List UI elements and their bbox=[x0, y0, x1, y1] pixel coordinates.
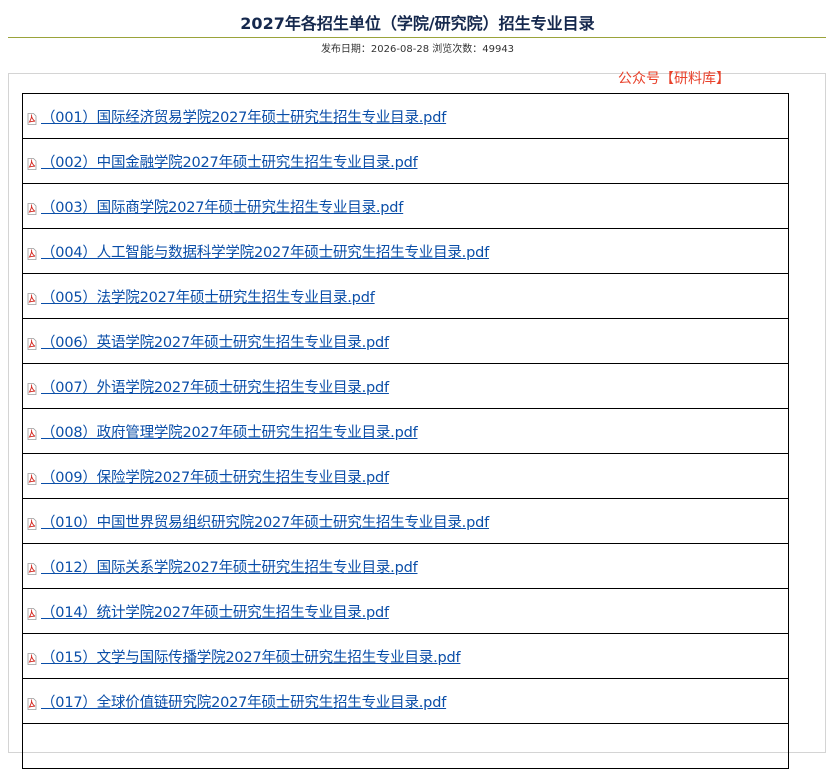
table-row: （010）中国世界贸易组织研究院2027年硕士研究生招生专业目录.pdf bbox=[22, 498, 789, 544]
file-cell: （006）英语学院2027年硕士研究生招生专业目录.pdf bbox=[22, 318, 789, 364]
table-row: （004）人工智能与数据科学学院2027年硕士研究生招生专业目录.pdf bbox=[22, 228, 789, 274]
file-link[interactable]: （010）中国世界贸易组织研究院2027年硕士研究生招生专业目录.pdf bbox=[41, 515, 489, 531]
file-cell: （009）保险学院2027年硕士研究生招生专业目录.pdf bbox=[22, 453, 789, 499]
pdf-icon bbox=[27, 380, 37, 395]
table-row: （014）统计学院2027年硕士研究生招生专业目录.pdf bbox=[22, 588, 789, 634]
pdf-icon bbox=[27, 290, 37, 305]
watermark-text: 公众号【研料库】 bbox=[618, 71, 730, 87]
file-link[interactable]: （009）保险学院2027年硕士研究生招生专业目录.pdf bbox=[41, 470, 389, 486]
table-row: （015）文学与国际传播学院2027年硕士研究生招生专业目录.pdf bbox=[22, 633, 789, 679]
pdf-icon bbox=[27, 425, 37, 440]
publish-meta: 发布日期：2026-08-28 浏览次数：49943 bbox=[320, 44, 515, 55]
pdf-icon bbox=[27, 560, 37, 575]
file-cell: （017）全球价值链研究院2027年硕士研究生招生专业目录.pdf bbox=[22, 678, 789, 724]
pdf-icon bbox=[27, 470, 37, 485]
pdf-icon bbox=[27, 200, 37, 215]
file-link[interactable]: （015）文学与国际传播学院2027年硕士研究生招生专业目录.pdf bbox=[41, 650, 461, 666]
table-row bbox=[22, 723, 789, 769]
file-link[interactable]: （007）外语学院2027年硕士研究生招生专业目录.pdf bbox=[41, 380, 389, 396]
file-cell: （008）政府管理学院2027年硕士研究生招生专业目录.pdf bbox=[22, 408, 789, 454]
pdf-icon bbox=[27, 695, 37, 710]
table-row: （007）外语学院2027年硕士研究生招生专业目录.pdf bbox=[22, 363, 789, 409]
file-cell: （002）中国金融学院2027年硕士研究生招生专业目录.pdf bbox=[22, 138, 789, 184]
file-cell: （003）国际商学院2027年硕士研究生招生专业目录.pdf bbox=[22, 183, 789, 229]
file-link[interactable]: （006）英语学院2027年硕士研究生招生专业目录.pdf bbox=[41, 335, 389, 351]
page-title: 2027年各招生单位（学院/研究院）招生专业目录 bbox=[240, 14, 595, 33]
pdf-icon bbox=[27, 110, 37, 125]
file-link[interactable]: （012）国际关系学院2027年硕士研究生招生专业目录.pdf bbox=[41, 560, 418, 576]
pdf-icon bbox=[27, 335, 37, 350]
table-row: （008）政府管理学院2027年硕士研究生招生专业目录.pdf bbox=[22, 408, 789, 454]
table-row: （001）国际经济贸易学院2027年硕士研究生招生专业目录.pdf bbox=[22, 93, 789, 139]
pdf-icon bbox=[27, 245, 37, 260]
file-link[interactable]: （005）法学院2027年硕士研究生招生专业目录.pdf bbox=[41, 290, 375, 306]
file-cell: （007）外语学院2027年硕士研究生招生专业目录.pdf bbox=[22, 363, 789, 409]
pdf-icon bbox=[27, 605, 37, 620]
file-cell: （005）法学院2027年硕士研究生招生专业目录.pdf bbox=[22, 273, 789, 319]
file-cell: （012）国际关系学院2027年硕士研究生招生专业目录.pdf bbox=[22, 543, 789, 589]
file-link[interactable]: （008）政府管理学院2027年硕士研究生招生专业目录.pdf bbox=[41, 425, 418, 441]
pdf-icon bbox=[27, 515, 37, 530]
table-row: （003）国际商学院2027年硕士研究生招生专业目录.pdf bbox=[22, 183, 789, 229]
pdf-icon bbox=[27, 650, 37, 665]
file-link[interactable]: （014）统计学院2027年硕士研究生招生专业目录.pdf bbox=[41, 605, 389, 621]
file-cell: （010）中国世界贸易组织研究院2027年硕士研究生招生专业目录.pdf bbox=[22, 498, 789, 544]
table-row: （005）法学院2027年硕士研究生招生专业目录.pdf bbox=[22, 273, 789, 319]
file-cell: （001）国际经济贸易学院2027年硕士研究生招生专业目录.pdf bbox=[22, 93, 789, 139]
table-row: （017）全球价值链研究院2027年硕士研究生招生专业目录.pdf bbox=[22, 678, 789, 724]
table-row: （012）国际关系学院2027年硕士研究生招生专业目录.pdf bbox=[22, 543, 789, 589]
file-link[interactable]: （002）中国金融学院2027年硕士研究生招生专业目录.pdf bbox=[41, 155, 418, 171]
table-row: （006）英语学院2027年硕士研究生招生专业目录.pdf bbox=[22, 318, 789, 364]
file-cell: （015）文学与国际传播学院2027年硕士研究生招生专业目录.pdf bbox=[22, 633, 789, 679]
file-cell bbox=[22, 723, 789, 769]
pdf-icon bbox=[27, 155, 37, 170]
table-row: （002）中国金融学院2027年硕士研究生招生专业目录.pdf bbox=[22, 138, 789, 184]
file-cell: （014）统计学院2027年硕士研究生招生专业目录.pdf bbox=[22, 588, 789, 634]
file-link[interactable]: （017）全球价值链研究院2027年硕士研究生招生专业目录.pdf bbox=[41, 695, 446, 711]
title-divider bbox=[8, 37, 826, 38]
file-link[interactable]: （003）国际商学院2027年硕士研究生招生专业目录.pdf bbox=[41, 200, 403, 216]
file-link[interactable]: （001）国际经济贸易学院2027年硕士研究生招生专业目录.pdf bbox=[41, 110, 446, 126]
file-cell: （004）人工智能与数据科学学院2027年硕士研究生招生专业目录.pdf bbox=[22, 228, 789, 274]
file-link[interactable]: （004）人工智能与数据科学学院2027年硕士研究生招生专业目录.pdf bbox=[41, 245, 489, 261]
table-row: （009）保险学院2027年硕士研究生招生专业目录.pdf bbox=[22, 453, 789, 499]
file-list-table: （001）国际经济贸易学院2027年硕士研究生招生专业目录.pdf （002）中… bbox=[22, 93, 789, 769]
